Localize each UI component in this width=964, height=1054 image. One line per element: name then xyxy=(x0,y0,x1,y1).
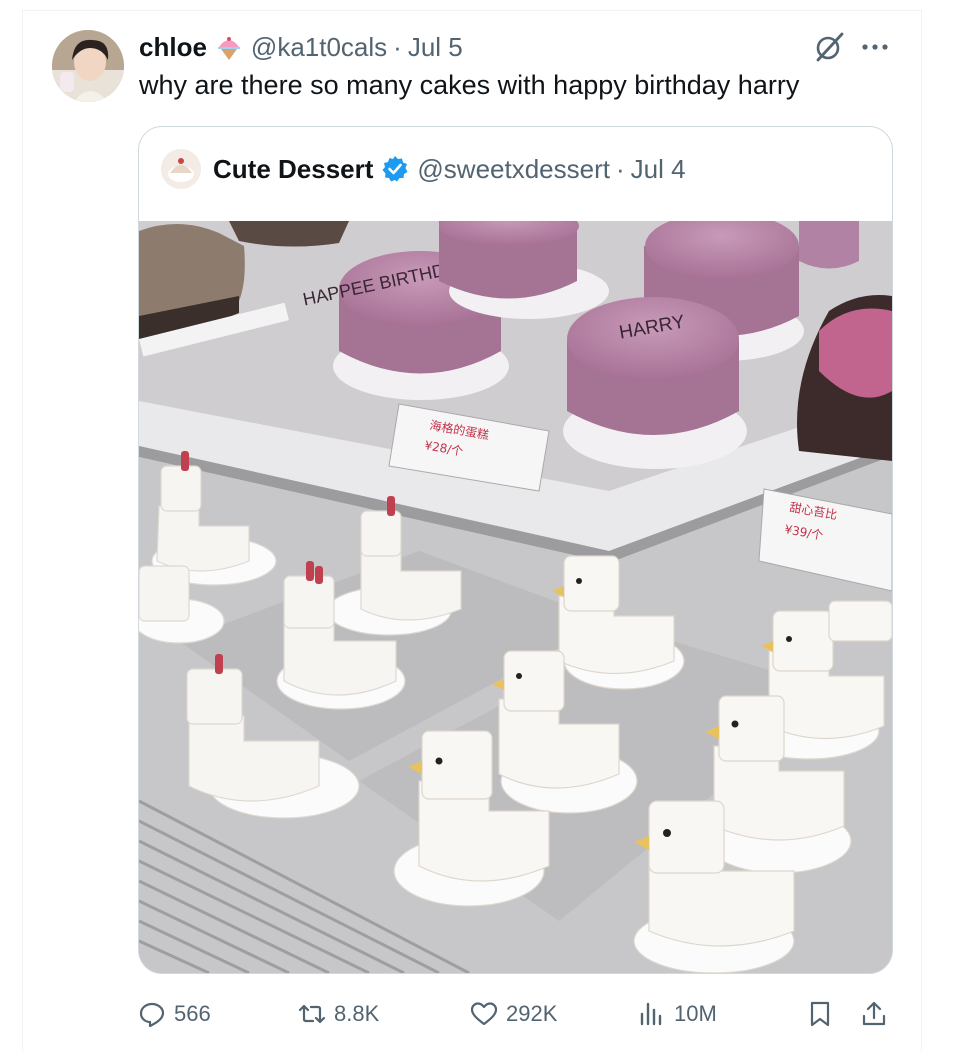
tweet-header: chloe @ka1t0cals · Jul 5 xyxy=(139,30,463,64)
author-avatar[interactable] xyxy=(52,30,124,102)
bookmark-button[interactable] xyxy=(806,994,842,1034)
tweet-text: why are there so many cakes with happy b… xyxy=(139,70,800,100)
quoted-tweet[interactable]: Cute Dessert @sweetxdessert · Jul 4 HAPP… xyxy=(138,126,893,974)
like-button[interactable]: 292K xyxy=(470,994,557,1034)
ice-cream-emoji-icon xyxy=(217,37,240,60)
views-count: 10M xyxy=(674,1001,717,1026)
share-button[interactable] xyxy=(860,994,896,1034)
views-icon xyxy=(640,1002,662,1026)
views-button[interactable]: 10M xyxy=(638,994,717,1034)
more-icon[interactable] xyxy=(860,34,890,60)
grok-icon[interactable] xyxy=(812,30,846,64)
like-count: 292K xyxy=(506,1001,558,1026)
quoted-author-avatar[interactable] xyxy=(161,149,201,189)
quoted-separator: · xyxy=(615,153,625,184)
quoted-author-handle[interactable]: @sweetxdessert xyxy=(417,154,610,185)
repost-count: 8.8K xyxy=(334,1001,380,1026)
tweet-date[interactable]: Jul 5 xyxy=(408,32,463,63)
reply-button[interactable]: 566 xyxy=(138,994,211,1034)
like-icon xyxy=(470,1002,498,1026)
author-handle[interactable]: @ka1t0cals xyxy=(251,32,387,63)
bookmark-icon xyxy=(810,1001,830,1027)
quoted-author-name[interactable]: Cute Dessert xyxy=(213,154,373,185)
reply-icon xyxy=(139,1002,165,1028)
repost-icon xyxy=(298,1004,326,1024)
share-icon xyxy=(862,1001,886,1026)
verified-icon xyxy=(382,156,408,182)
reply-count: 566 xyxy=(174,1001,211,1026)
action-bar: 566 8.8K 292K 10M xyxy=(138,994,894,1034)
quoted-tweet-header: Cute Dessert @sweetxdessert · Jul 4 xyxy=(161,147,686,191)
author-name[interactable]: chloe xyxy=(139,32,207,63)
repost-button[interactable]: 8.8K xyxy=(298,994,379,1034)
quoted-photo[interactable]: HAPPEE BIRTHDAE HARRY HARRY 海格的蛋糕 ¥28/个 … xyxy=(139,221,892,973)
separator: · xyxy=(393,31,402,62)
quoted-date[interactable]: Jul 4 xyxy=(631,154,686,185)
